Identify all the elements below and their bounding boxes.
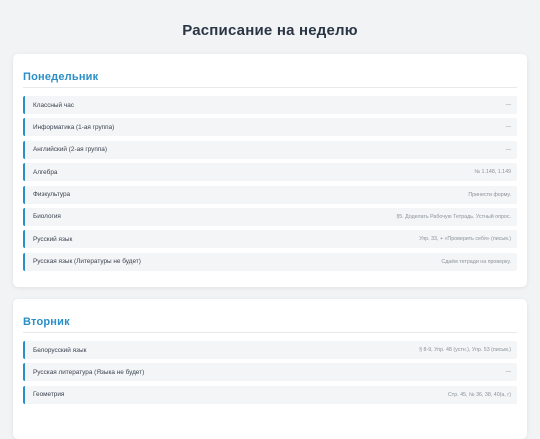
day-card-tuesday: Вторник Белорусский язык § 8-9, Упр. 48 …	[13, 299, 527, 439]
lesson-homework: Сдаём тетради на проверку.	[441, 258, 511, 265]
lesson-row: Английский (2-ая группа) —	[23, 140, 517, 159]
lesson-homework: —	[505, 124, 511, 131]
lesson-homework: Стр. 45, № 36, 38, 40(а, г)	[447, 391, 511, 398]
lesson-subject: Русский язык	[33, 235, 73, 243]
day-card-monday: Понедельник Классный час — Информатика (…	[13, 54, 527, 287]
lesson-row: Русская литература (Языка не будет) —	[23, 363, 517, 382]
lesson-subject: Биология	[33, 213, 61, 221]
lesson-subject: Классный час	[33, 101, 74, 109]
lesson-homework: Принести форму.	[468, 191, 511, 198]
lesson-row: Алгебра № 1.148, 1.149	[23, 163, 517, 182]
lesson-subject: Геометрия	[33, 391, 65, 399]
lesson-row: Биология §5. Доделать Рабочую Тетрадь. У…	[23, 207, 517, 226]
lesson-homework: Упр. 33, + «Проверить себя» (письм.)	[419, 236, 511, 243]
lesson-row: Русский язык Упр. 33, + «Проверить себя»…	[23, 230, 517, 249]
lesson-row: Информатика (1-ая группа) —	[23, 118, 517, 137]
lesson-subject: Русская литература (Языка не будет)	[33, 368, 145, 376]
lesson-subject: Русская язык (Литературы не будет)	[33, 258, 141, 266]
lesson-subject: Информатика (1-ая группа)	[33, 123, 115, 131]
day-title: Вторник	[23, 316, 517, 333]
lesson-row: Физкультура Принести форму.	[23, 185, 517, 204]
lesson-row: Классный час —	[23, 96, 517, 114]
lesson-row: Геометрия Стр. 45, № 36, 38, 40(а, г)	[23, 385, 517, 404]
lesson-homework: —	[505, 102, 511, 108]
lesson-subject: Белорусский язык	[33, 346, 87, 354]
lesson-row: Белорусский язык § 8-9, Упр. 48 (устн.),…	[23, 341, 517, 359]
lesson-homework: —	[505, 146, 511, 153]
lesson-subject: Физкультура	[33, 191, 71, 199]
lesson-subject: Алгебра	[33, 168, 58, 176]
lesson-homework: § 8-9, Упр. 48 (устн.), Упр. 53 (письм.)	[419, 347, 511, 353]
lesson-subject: Английский (2-ая группа)	[33, 146, 107, 154]
lesson-homework: §5. Доделать Рабочую Тетрадь. Устный опр…	[396, 213, 511, 220]
lesson-row: Русская язык (Литературы не будет) Сдаём…	[23, 252, 517, 271]
lesson-homework: № 1.148, 1.149	[474, 169, 511, 176]
day-title: Понедельник	[23, 71, 517, 88]
page-title: Расписание на неделю	[182, 22, 358, 39]
lesson-homework: —	[505, 369, 511, 376]
